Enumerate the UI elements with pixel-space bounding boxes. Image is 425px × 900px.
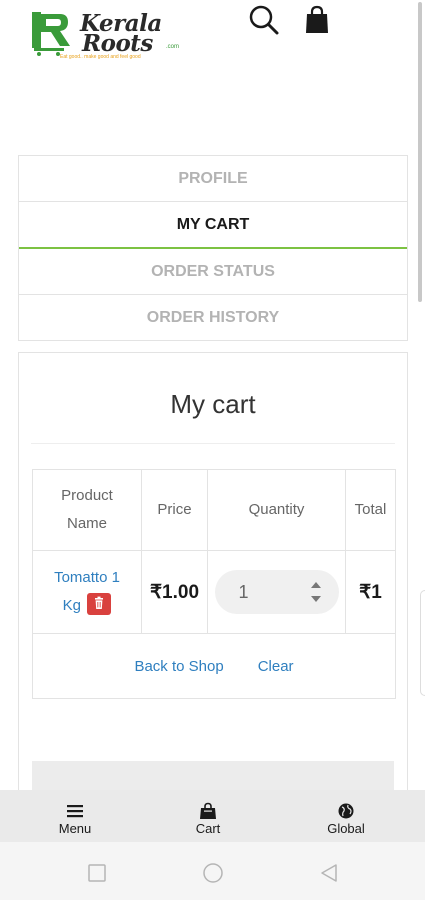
globe-icon xyxy=(338,803,354,819)
cart-bag-icon xyxy=(200,802,216,819)
cart-panel: My cart Product Name Price Quantity Tota… xyxy=(18,352,408,821)
trash-icon xyxy=(95,596,104,609)
title-divider xyxy=(31,443,395,444)
search-button[interactable] xyxy=(248,4,280,36)
quantity-cell xyxy=(208,551,346,633)
header-cart-button[interactable] xyxy=(301,4,333,36)
home-icon[interactable] xyxy=(202,862,224,884)
nav-global-label: Global xyxy=(327,821,365,836)
recent-apps-icon[interactable] xyxy=(86,862,108,884)
cart-table: Product Name Price Quantity Total Tomatt… xyxy=(32,469,396,699)
nav-menu-button[interactable]: Menu xyxy=(30,790,120,842)
total-cell: ₹1 xyxy=(346,551,395,633)
item-price: ₹1.00 xyxy=(149,581,200,603)
logo-k-cart-icon xyxy=(32,12,70,56)
table-header-row: Product Name Price Quantity Total xyxy=(33,470,395,551)
system-navigation-bar xyxy=(0,842,425,900)
back-to-shop-link[interactable]: Back to Shop xyxy=(134,658,223,675)
remove-item-button[interactable] xyxy=(87,592,112,615)
tab-my-cart[interactable]: MY CART xyxy=(19,202,407,249)
tab-profile[interactable]: PROFILE xyxy=(19,156,407,202)
column-header-total: Total xyxy=(354,501,387,518)
table-row: Tomatto 1 Kg ₹1.00 1 ₹1 xyxy=(33,551,395,634)
tab-order-history[interactable]: ORDER HISTORY xyxy=(19,295,407,340)
logo-tagline: Eat good.. make good and feel good xyxy=(60,54,141,60)
quantity-stepper[interactable] xyxy=(214,570,339,614)
page-title: My cart xyxy=(170,389,256,419)
tab-order-status[interactable]: ORDER STATUS xyxy=(19,249,407,295)
logo-word-roots: Roots xyxy=(82,30,153,57)
nav-menu-label: Menu xyxy=(58,821,92,836)
logo-domain: .com xyxy=(166,44,180,50)
quantity-input[interactable] xyxy=(228,570,299,614)
search-icon xyxy=(249,5,279,35)
cart-actions: Back to Shop Clear xyxy=(33,634,395,698)
bottom-navigation: Menu Cart Global xyxy=(0,790,425,842)
menu-icon xyxy=(67,805,83,818)
price-cell: ₹1.00 xyxy=(142,551,208,633)
side-drawer-handle[interactable] xyxy=(420,590,425,696)
nav-cart-label: Cart xyxy=(195,821,221,836)
nav-global-button[interactable]: Global xyxy=(301,790,391,842)
back-icon[interactable] xyxy=(318,862,340,884)
clear-cart-link[interactable]: Clear xyxy=(258,658,294,675)
account-tabs: PROFILE MY CART ORDER STATUS ORDER HISTO… xyxy=(18,155,408,341)
product-cell: Tomatto 1 Kg xyxy=(33,551,142,633)
column-header-quantity: Quantity xyxy=(208,470,346,550)
nav-cart-button[interactable]: Cart xyxy=(163,790,253,842)
page-scrollbar[interactable] xyxy=(418,2,422,302)
shopping-bag-icon xyxy=(306,5,328,33)
item-total: ₹1 xyxy=(359,581,382,603)
column-header-product-name: Product Name xyxy=(33,470,142,550)
site-logo[interactable]: Kerala Roots .com Eat good.. make good a… xyxy=(30,10,185,62)
spinner-arrows-icon[interactable] xyxy=(309,579,323,605)
column-header-price: Price xyxy=(142,470,208,550)
